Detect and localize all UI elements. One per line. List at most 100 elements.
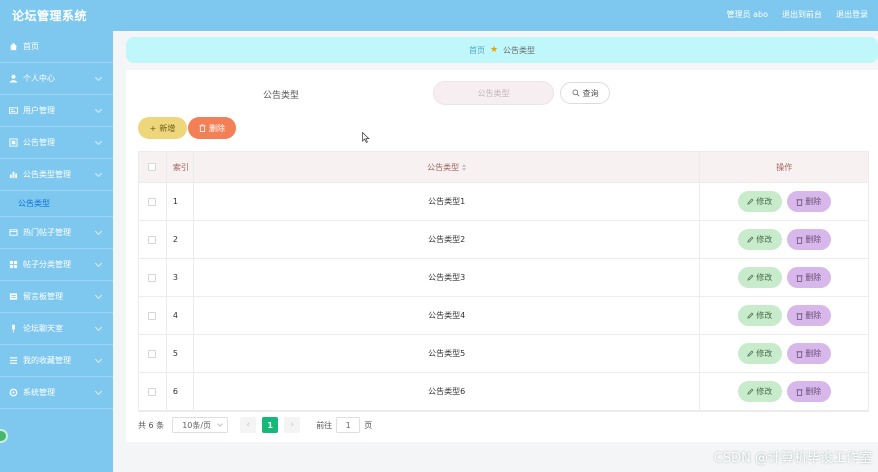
users-icon	[8, 106, 18, 116]
table-row: 2 公告类型2 修改 删除	[139, 221, 868, 259]
table-row: 1 公告类型1 修改 删除	[139, 183, 868, 221]
back-to-frontend-link[interactable]: 退出到前台	[782, 9, 822, 20]
row-checkbox-cell	[139, 259, 167, 296]
delete-button[interactable]: 删除	[786, 343, 831, 364]
edit-icon	[747, 198, 754, 205]
message-icon	[8, 292, 18, 302]
page-number-label: 1	[267, 420, 273, 430]
sidebar-item-b4[interactable]: 我的收藏管理	[0, 345, 113, 377]
row-checkbox[interactable]	[148, 235, 157, 244]
row-checkbox[interactable]	[148, 349, 157, 358]
table-row: 4 公告类型4 修改 删除	[139, 297, 868, 335]
trash-icon	[796, 312, 803, 320]
sidebar-item-a4[interactable]: 公告类型管理	[0, 159, 113, 191]
search-label: 公告类型	[263, 91, 300, 101]
chevron-down-icon	[94, 291, 103, 300]
next-page-button[interactable]: ›	[284, 417, 301, 433]
sidebar-item-b5[interactable]: 系统管理	[0, 377, 113, 409]
row-checkbox-cell	[139, 335, 167, 372]
row-index: 3	[167, 259, 194, 296]
row-actions: 修改 删除	[700, 259, 868, 296]
edit-button[interactable]: 修改	[737, 267, 782, 288]
add-button[interactable]: + 新增	[138, 117, 187, 139]
add-button-label: 新增	[159, 123, 176, 133]
row-checkbox[interactable]	[148, 273, 157, 282]
search-input[interactable]	[433, 81, 554, 105]
delete-button[interactable]: 删除	[786, 229, 831, 250]
sidebar-subitem-notice-type[interactable]: 公告类型	[0, 191, 113, 217]
header-name[interactable]: 公告类型	[194, 152, 701, 182]
sidebar-item-a2[interactable]: 用户管理	[0, 95, 113, 127]
delete-button[interactable]: 删除	[786, 381, 831, 402]
list-icon	[8, 356, 18, 366]
edit-button[interactable]: 修改	[737, 381, 782, 402]
top-bar-links: 管理员 abo 退出到前台 退出登录	[727, 9, 868, 20]
floating-help-button[interactable]	[0, 429, 8, 443]
chevron-down-icon	[94, 387, 103, 396]
table-row: 5 公告类型5 修改 删除	[139, 335, 868, 373]
row-index: 6	[167, 373, 194, 410]
header-name-label: 公告类型	[427, 162, 460, 172]
row-checkbox[interactable]	[148, 311, 157, 320]
edit-button[interactable]: 修改	[737, 305, 782, 326]
header-checkbox-cell	[139, 152, 167, 182]
sidebar-item-a0[interactable]: 首页	[0, 31, 113, 63]
goto-page-input[interactable]	[336, 417, 361, 433]
trash-icon	[199, 124, 206, 132]
select-all-checkbox[interactable]	[148, 163, 157, 171]
goto-label: 前往	[316, 420, 333, 430]
trash-icon	[796, 198, 803, 206]
data-table: 索引 公告类型 操作 1 公告类型1 修改 删除 2 公告类型2 修改 删除 3 公告类型3 修改删…	[138, 151, 869, 412]
row-checkbox[interactable]	[148, 387, 157, 396]
sidebar-item-b2[interactable]: 留言板管理	[0, 281, 113, 313]
settings-icon	[8, 388, 18, 398]
row-name: 公告类型1	[194, 183, 701, 220]
prev-page-button[interactable]: ‹	[240, 417, 257, 433]
sidebar-item-label: 留言板管理	[23, 292, 63, 301]
breadcrumb-home-link[interactable]: 首页	[469, 45, 485, 56]
edit-button[interactable]: 修改	[737, 191, 782, 212]
row-checkbox-cell	[139, 221, 167, 258]
search-icon	[572, 89, 579, 97]
delete-button-label: 删除	[805, 235, 822, 244]
trash-icon	[796, 350, 803, 358]
edit-button[interactable]: 修改	[737, 343, 782, 364]
batch-delete-button[interactable]: 删除	[188, 117, 236, 139]
watermark: CSDN @计算机毕设工作室	[713, 451, 872, 466]
table-row: 6 公告类型6 修改 删除	[139, 373, 868, 411]
sidebar-item-b1[interactable]: 帖子分类管理	[0, 249, 113, 281]
table-row: 3 公告类型3 修改 删除	[139, 259, 868, 297]
query-button-label: 查询	[582, 88, 599, 98]
sidebar-item-b3[interactable]: 论坛聊天室	[0, 313, 113, 345]
delete-button[interactable]: 删除	[786, 305, 831, 326]
page-number-1[interactable]: 1	[262, 417, 279, 433]
row-actions: 修改 删除	[700, 221, 868, 258]
logout-link[interactable]: 退出登录	[836, 9, 868, 20]
edit-button-label: 修改	[756, 387, 773, 396]
chevron-down-icon	[94, 355, 103, 364]
grid-icon	[8, 260, 18, 270]
sidebar-item-a3[interactable]: 公告管理	[0, 127, 113, 159]
row-index: 2	[167, 221, 194, 258]
query-button[interactable]: 查询	[560, 82, 610, 104]
sidebar-item-b0[interactable]: 热门帖子管理	[0, 217, 113, 249]
row-actions: 修改 删除	[700, 183, 868, 220]
page-size-select[interactable]: 10条/页	[172, 417, 229, 433]
app-title: 论坛管理系统	[12, 9, 88, 23]
chevron-down-icon	[94, 137, 103, 146]
edit-button[interactable]: 修改	[737, 229, 782, 250]
row-checkbox[interactable]	[148, 197, 157, 206]
row-actions: 修改 删除	[700, 297, 868, 334]
table-header: 索引 公告类型 操作	[139, 152, 868, 183]
delete-button-label: 删除	[805, 311, 822, 320]
row-index: 4	[167, 297, 194, 334]
home-icon	[8, 42, 18, 52]
sidebar-item-label: 首页	[23, 42, 39, 51]
sidebar: 首页个人中心 用户管理 公告管理 公告类型管理 公告类型 热门帖子管理 帖子分类管理留言…	[0, 31, 113, 472]
delete-button[interactable]: 删除	[786, 191, 831, 212]
pagination-total: 共 6 条	[138, 420, 165, 430]
sidebar-item-a1[interactable]: 个人中心	[0, 63, 113, 95]
edit-icon	[747, 236, 754, 243]
row-name: 公告类型3	[194, 259, 701, 296]
delete-button[interactable]: 删除	[786, 267, 831, 288]
